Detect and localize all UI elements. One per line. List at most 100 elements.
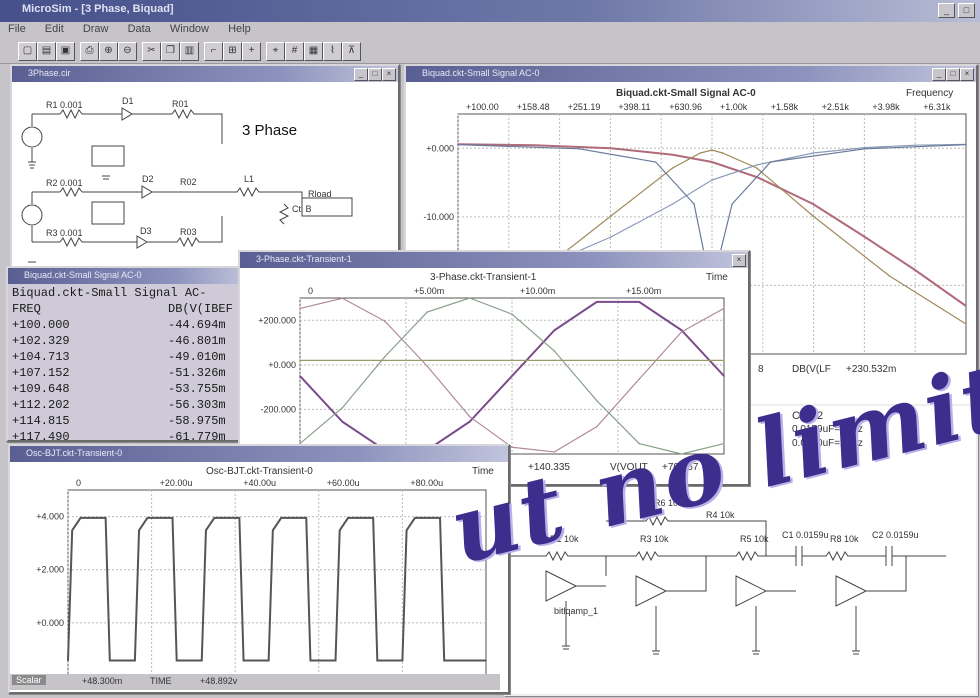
minimize-button[interactable]: _ <box>938 3 955 18</box>
scalar-button[interactable]: Scalar <box>12 675 46 685</box>
label-icon[interactable]: ⊼ <box>342 42 361 61</box>
data-point <box>138 529 140 532</box>
part-label: R01 <box>172 99 189 109</box>
part-label: L1 <box>244 174 255 184</box>
cursor-icon[interactable]: ⌖ <box>266 42 285 61</box>
data-point <box>610 236 612 238</box>
data-point <box>711 161 713 163</box>
x-tick-label: +40.00u <box>243 478 276 488</box>
grid-icon[interactable]: # <box>285 42 304 61</box>
data-point <box>468 415 471 418</box>
y-tick-label: +0.000 <box>426 143 454 153</box>
x-tick-label: +5.00m <box>414 286 444 296</box>
x-tick-label: +2.51k <box>822 102 850 112</box>
data-point <box>812 215 814 217</box>
open-file-icon[interactable]: ▤ <box>37 42 56 61</box>
data-point <box>309 659 312 662</box>
listing-row-freq: +104.713 <box>12 350 70 364</box>
zoom-in-icon[interactable]: ⊕ <box>99 42 118 61</box>
data-point <box>79 517 82 519</box>
part-label: R2 0.001 <box>46 178 83 188</box>
menu-data[interactable]: Data <box>120 22 159 36</box>
maximize-button[interactable]: □ <box>958 3 975 18</box>
y-tick-label: -10.000 <box>423 212 454 222</box>
data-point <box>439 517 441 519</box>
schematic-window-3phase[interactable]: 3Phase.cir _ □ × 3 Phase R1 0.001 D1 R01… <box>10 64 400 268</box>
transient-window-osc[interactable]: Osc-BJT.ckt-Transient-0 Osc-BJT.ckt-Tran… <box>8 444 510 694</box>
listing-row-db: -49.010m <box>168 350 226 364</box>
data-point <box>965 323 967 325</box>
x-tick-label: +1.58k <box>771 102 799 112</box>
data-point <box>414 517 416 519</box>
probe-icon[interactable]: ⌇ <box>323 42 342 61</box>
data-point <box>638 378 640 380</box>
x-tick-label: +20.00u <box>160 478 193 488</box>
part-label: R5 10k <box>740 534 769 544</box>
listing-row-db: -61.779m <box>168 430 226 442</box>
data-point <box>205 529 207 532</box>
menu-bar: File Edit Draw Data Window Help <box>0 22 980 39</box>
menu-edit[interactable]: Edit <box>37 22 72 36</box>
y-tick-label: +0.000 <box>36 618 64 628</box>
save-icon[interactable]: ▣ <box>56 42 75 61</box>
data-point <box>372 517 374 519</box>
y-tick-label: +2.000 <box>36 565 64 575</box>
listing-row-db: -51.326m <box>168 366 226 380</box>
data-point <box>426 359 428 362</box>
data-point <box>755 167 758 169</box>
data-point <box>280 517 282 519</box>
data-point <box>864 236 866 238</box>
data-point <box>109 659 111 662</box>
data-point <box>341 359 344 362</box>
listing-row-freq: +117.490 <box>12 430 70 442</box>
menu-help[interactable]: Help <box>220 22 259 36</box>
data-point <box>671 203 674 205</box>
x-tick-label: +6.31k <box>923 102 951 112</box>
wire-icon[interactable]: ⌐ <box>204 42 223 61</box>
data-point <box>405 529 408 532</box>
part-label: R3 0.001 <box>46 228 83 238</box>
text-icon[interactable]: + <box>242 42 261 61</box>
data-point <box>134 659 136 662</box>
data-point <box>67 659 69 662</box>
menu-file[interactable]: File <box>0 22 34 36</box>
data-point <box>914 144 916 146</box>
plot-icon[interactable]: ▦ <box>304 42 323 61</box>
part-label: Ctl B <box>292 204 312 214</box>
paste-icon[interactable]: ▥ <box>180 42 199 61</box>
footer-trace-label: DB(V(LF <box>792 364 831 375</box>
transient-chart-osc: 0 +20.00u +40.00u +60.00u +80.00u +4.000 +2.00… <box>36 478 487 677</box>
new-file-icon[interactable]: ▢ <box>18 42 37 61</box>
data-point <box>457 143 459 146</box>
data-point <box>426 311 428 313</box>
menu-draw[interactable]: Draw <box>75 22 117 36</box>
data-point <box>146 517 149 519</box>
data-listing-window[interactable]: Biquad.ckt-Small Signal AC-0 Biquad.ckt-… <box>6 266 250 442</box>
data-point <box>914 269 916 271</box>
y-tick-label: -200.000 <box>260 404 296 414</box>
data-point <box>511 375 513 377</box>
zoom-out-icon[interactable]: ⊖ <box>118 42 137 61</box>
menu-window[interactable]: Window <box>162 22 217 36</box>
part-icon[interactable]: ⊞ <box>223 42 242 61</box>
data-point <box>384 355 386 358</box>
copy-icon[interactable]: ❐ <box>161 42 180 61</box>
schematic-heading: 3 Phase <box>242 122 298 139</box>
data-point <box>671 167 674 169</box>
window-title-bar[interactable]: Biquad.ckt-Small Signal AC-0 <box>8 268 248 284</box>
part-label: C2 0.0159u <box>872 530 919 540</box>
part-label: D1 <box>122 96 134 106</box>
print-icon[interactable]: ⎙ <box>80 42 99 61</box>
cut-icon[interactable]: ✂ <box>142 42 161 61</box>
data-point <box>511 359 513 362</box>
data-point <box>71 529 73 532</box>
data-point <box>376 659 379 662</box>
x-tick-label: +1.00k <box>720 102 748 112</box>
data-point <box>299 359 301 362</box>
data-point <box>596 359 598 362</box>
data-point <box>596 399 598 402</box>
data-point <box>864 148 866 150</box>
data-point <box>305 517 308 519</box>
part-label: R1 0.001 <box>46 100 83 110</box>
data-point <box>888 275 891 277</box>
